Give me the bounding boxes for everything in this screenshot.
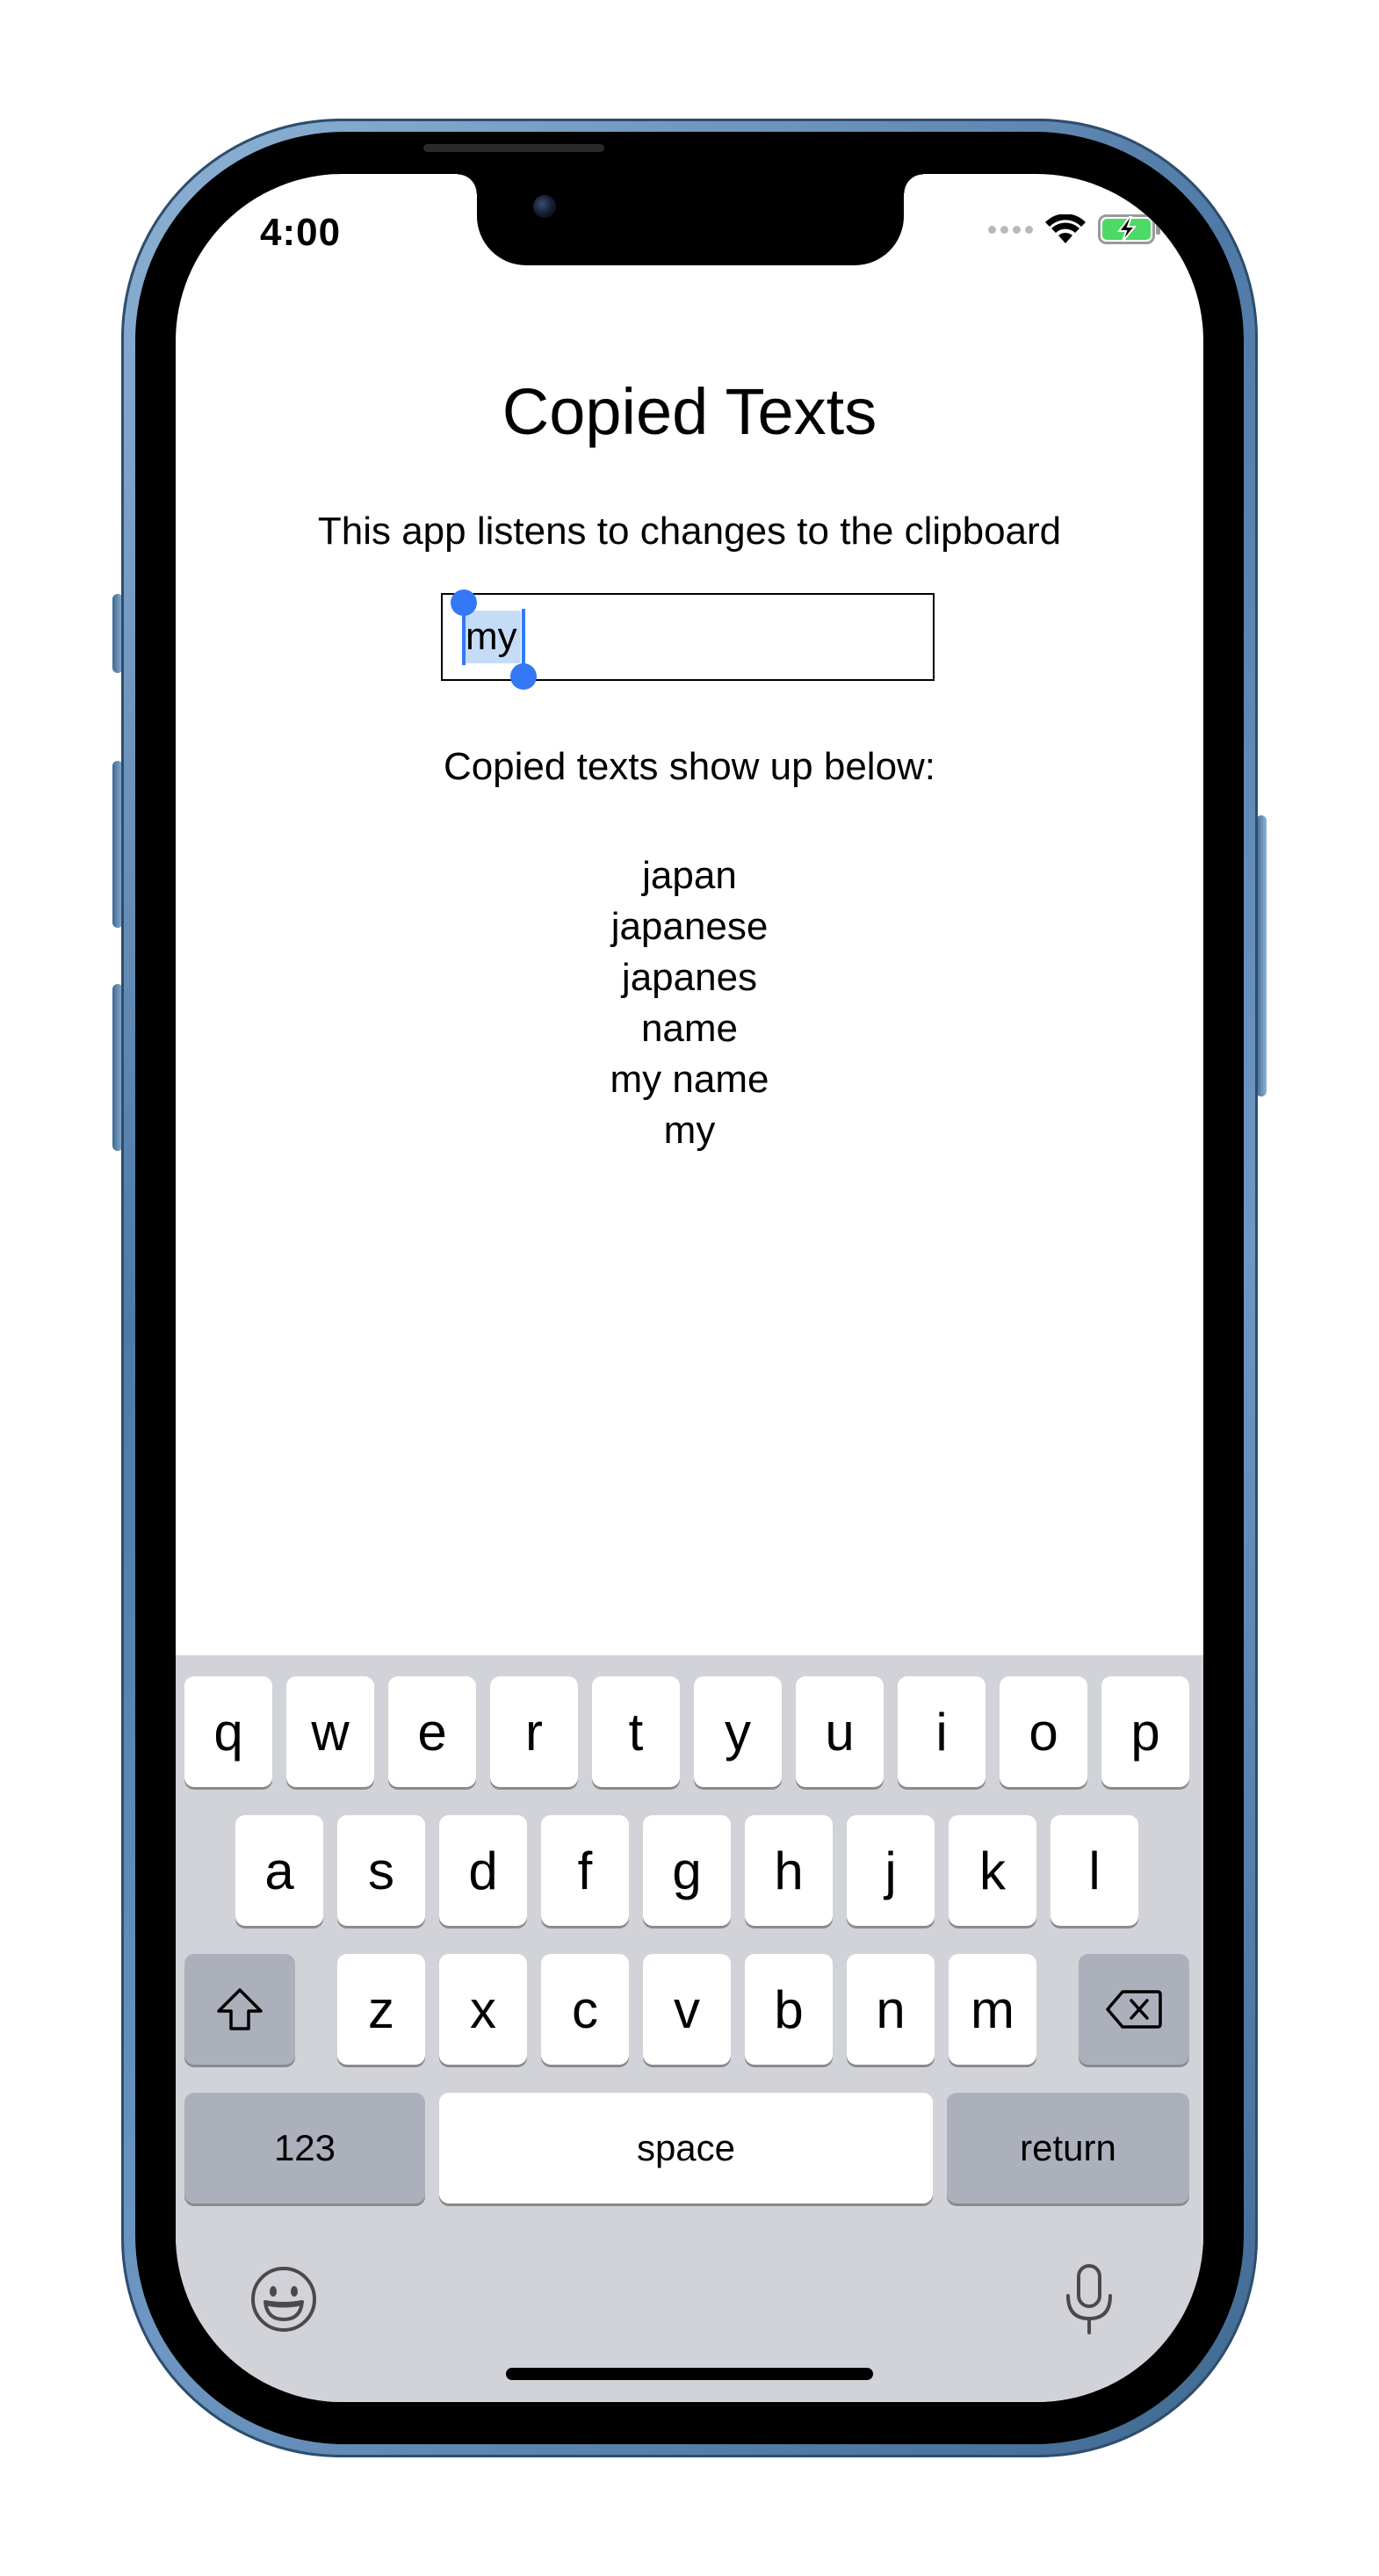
key-x[interactable]: x (439, 1954, 527, 2065)
key-d[interactable]: d (439, 1815, 527, 1926)
list-item: japanese (610, 905, 769, 948)
key-j[interactable]: j (847, 1815, 935, 1926)
space-key[interactable]: space (439, 2093, 933, 2203)
key-i[interactable]: i (898, 1676, 986, 1787)
status-time: 4:00 (260, 211, 342, 254)
key-u[interactable]: u (796, 1676, 884, 1787)
key-k[interactable]: k (949, 1815, 1036, 1926)
microphone-icon (1066, 2264, 1112, 2334)
emoji-icon (251, 2267, 316, 2332)
shift-key[interactable] (184, 1954, 295, 2065)
selection-start-handle[interactable] (462, 609, 466, 665)
input-selected-text[interactable]: my (462, 611, 521, 663)
key-t[interactable]: t (592, 1676, 680, 1787)
home-indicator[interactable] (506, 2368, 873, 2380)
battery-charging-icon (1098, 214, 1160, 244)
delete-key[interactable] (1079, 1954, 1189, 2065)
key-b[interactable]: b (745, 1954, 833, 2065)
device-canvas: 4:00 Copied Texts This app listens to ch… (0, 0, 1379, 2576)
delete-icon (1106, 1990, 1162, 2029)
wifi-icon (1045, 214, 1086, 243)
key-g[interactable]: g (643, 1815, 731, 1926)
key-w[interactable]: w (286, 1676, 374, 1787)
phone-screen: 4:00 Copied Texts This app listens to ch… (176, 174, 1203, 2402)
key-m[interactable]: m (949, 1954, 1036, 2065)
list-item: my (663, 1109, 716, 1152)
selection-end-knob[interactable] (510, 663, 537, 690)
notch (458, 174, 923, 265)
earpiece-speaker (423, 144, 604, 152)
key-v[interactable]: v (643, 1954, 731, 2065)
dictation-button[interactable] (1054, 2258, 1124, 2342)
shift-icon (217, 1988, 263, 2030)
list-item: my name (610, 1058, 769, 1101)
return-key[interactable]: return (947, 2093, 1189, 2203)
list-item: name (640, 1007, 739, 1050)
key-s[interactable]: s (337, 1815, 425, 1926)
key-p[interactable]: p (1101, 1676, 1189, 1787)
key-q[interactable]: q (184, 1676, 272, 1787)
front-camera (533, 195, 556, 218)
cellular-signal-icon (988, 225, 1033, 234)
selection-start-knob[interactable] (451, 590, 477, 616)
page-title: Copied Texts (502, 375, 877, 448)
key-l[interactable]: l (1050, 1815, 1138, 1926)
key-r[interactable]: r (490, 1676, 578, 1787)
key-f[interactable]: f (541, 1815, 629, 1926)
keyboard: q w e r t y u i o p a s d f g h j k l z … (176, 1655, 1203, 2402)
key-e[interactable]: e (388, 1676, 476, 1787)
status-indicators (988, 214, 1161, 244)
copied-list-label: Copied texts show up below: (443, 745, 936, 788)
key-z[interactable]: z (337, 1954, 425, 2065)
list-item: japanes (621, 956, 758, 999)
copied-texts-list: japan japanese japanes name my name my (176, 850, 1203, 1156)
list-item: japan (642, 854, 737, 897)
key-a[interactable]: a (235, 1815, 323, 1926)
app-description: This app listens to changes to the clipb… (317, 510, 1062, 553)
emoji-button[interactable] (246, 2261, 321, 2337)
selection-end-handle[interactable] (522, 609, 525, 665)
key-y[interactable]: y (694, 1676, 782, 1787)
text-input[interactable]: my (441, 590, 935, 690)
numbers-key[interactable]: 123 (184, 2093, 425, 2203)
key-o[interactable]: o (1000, 1676, 1087, 1787)
key-n[interactable]: n (847, 1954, 935, 2065)
key-c[interactable]: c (541, 1954, 629, 2065)
key-h[interactable]: h (745, 1815, 833, 1926)
